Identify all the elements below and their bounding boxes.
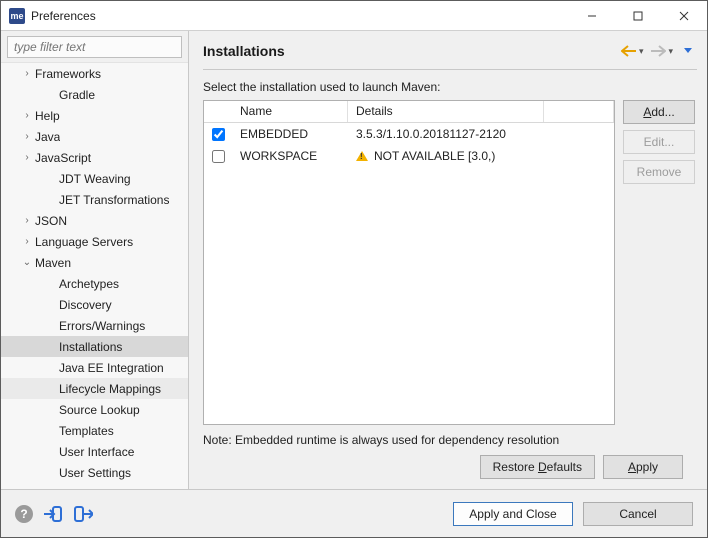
tree-item[interactable]: Archetypes — [1, 273, 188, 294]
apply-and-close-button[interactable]: Apply and Close — [453, 502, 573, 526]
add-button[interactable]: Add... — [623, 100, 695, 124]
preferences-tree[interactable]: ›FrameworksGradle›Help›Java›JavaScriptJD… — [1, 62, 188, 489]
table-header: Name Details — [204, 101, 614, 123]
tree-item-label: Help — [35, 109, 60, 123]
arrow-right-icon — [650, 45, 666, 57]
tree-item-label: User Interface — [59, 445, 134, 459]
table-row[interactable]: WORKSPACE NOT AVAILABLE [3.0,) — [204, 145, 614, 167]
tree-item[interactable]: Templates — [1, 420, 188, 441]
twisty-icon: › — [21, 236, 33, 247]
arrow-left-icon — [621, 45, 637, 57]
tree-item-label: Templates — [59, 424, 114, 438]
table-row[interactable]: EMBEDDED 3.5.3/1.10.0.20181127-2120 — [204, 123, 614, 145]
caret-down-icon[interactable]: ▾ — [668, 46, 673, 57]
close-button[interactable] — [661, 1, 707, 31]
tree-item-label: JET Transformations — [59, 193, 169, 207]
tree-item-label: User Settings — [59, 466, 131, 480]
dialog-footer: ? Apply and Close Cancel — [1, 489, 707, 537]
tree-item-label: Source Lookup — [59, 403, 140, 417]
minimize-icon — [587, 11, 597, 21]
tree-item[interactable]: ›Frameworks — [1, 63, 188, 84]
preferences-dialog: me Preferences ›FrameworksGradle›Help›Ja… — [0, 0, 708, 538]
tree-item-label: Frameworks — [35, 67, 101, 81]
tree-item-label: Archetypes — [59, 277, 119, 291]
tree-item[interactable]: ›JavaScript — [1, 147, 188, 168]
main-panel: Installations ▾ ▾ Select the installatio… — [189, 31, 707, 489]
cell-name: EMBEDDED — [232, 125, 348, 143]
installations-table[interactable]: Name Details EMBEDDED 3.5.3/1.10.0.20181… — [203, 100, 615, 425]
twisty-icon: › — [21, 152, 33, 163]
cell-name: WORKSPACE — [232, 147, 348, 165]
tree-item[interactable]: Errors/Warnings — [1, 315, 188, 336]
tree-item-label: Installations — [59, 340, 122, 354]
cancel-button[interactable]: Cancel — [583, 502, 693, 526]
warning-icon — [356, 151, 368, 161]
tree-item[interactable]: ›JSON — [1, 210, 188, 231]
tree-item-label: JDT Weaving — [59, 172, 131, 186]
tree-item[interactable]: ›Language Servers — [1, 231, 188, 252]
tree-item[interactable]: Source Lookup — [1, 399, 188, 420]
window-title: Preferences — [31, 9, 569, 23]
tree-item[interactable]: ›Java — [1, 126, 188, 147]
caret-down-icon[interactable]: ▾ — [639, 46, 644, 57]
cell-details: 3.5.3/1.10.0.20181127-2120 — [348, 125, 544, 143]
column-details[interactable]: Details — [348, 101, 544, 122]
export-icon[interactable] — [73, 505, 93, 523]
tree-item-label: Gradle — [59, 88, 95, 102]
row-checkbox[interactable] — [212, 150, 225, 163]
twisty-icon: › — [21, 110, 33, 121]
tree-item-label: Java EE Integration — [59, 361, 164, 375]
close-icon — [679, 11, 689, 21]
help-icon[interactable]: ? — [15, 505, 33, 523]
nav-back-button[interactable] — [620, 42, 638, 60]
twisty-icon: › — [21, 68, 33, 79]
app-icon: me — [9, 8, 25, 24]
tree-item[interactable]: ⌄Maven — [1, 252, 188, 273]
tree-item-label: JSON — [35, 214, 67, 228]
tree-item-label: JavaScript — [35, 151, 91, 165]
sidebar: ›FrameworksGradle›Help›Java›JavaScriptJD… — [1, 31, 189, 489]
column-name[interactable]: Name — [232, 101, 348, 122]
tree-item-label: Lifecycle Mappings — [59, 382, 161, 396]
tree-item[interactable]: Installations — [1, 336, 188, 357]
tree-item[interactable]: Java EE Integration — [1, 357, 188, 378]
tree-item-label: Errors/Warnings — [59, 319, 145, 333]
remove-button: Remove — [623, 160, 695, 184]
twisty-icon: ⌄ — [21, 257, 33, 268]
nav-menu-button[interactable] — [679, 42, 697, 60]
cell-details: NOT AVAILABLE [3.0,) — [348, 147, 544, 165]
filter-input[interactable] — [7, 36, 182, 58]
import-icon[interactable] — [43, 505, 63, 523]
tree-item[interactable]: JDT Weaving — [1, 168, 188, 189]
minimize-button[interactable] — [569, 1, 615, 31]
row-checkbox[interactable] — [212, 128, 225, 141]
twisty-icon: › — [21, 131, 33, 142]
tree-item[interactable]: Gradle — [1, 84, 188, 105]
page-title: Installations — [203, 43, 618, 59]
titlebar: me Preferences — [1, 1, 707, 31]
tree-item[interactable]: Lifecycle Mappings — [1, 378, 188, 399]
apply-button[interactable]: Apply — [603, 455, 683, 479]
tree-item[interactable]: User Interface — [1, 441, 188, 462]
tree-item-label: Maven — [35, 256, 71, 270]
edit-button: Edit... — [623, 130, 695, 154]
tree-item-label: Discovery — [59, 298, 112, 312]
tree-item[interactable]: Discovery — [1, 294, 188, 315]
restore-defaults-button[interactable]: Restore Defaults — [480, 455, 595, 479]
tree-item-label: Language Servers — [35, 235, 133, 249]
tree-item[interactable]: ›Help — [1, 105, 188, 126]
menu-caret-icon — [683, 46, 693, 56]
nav-forward-button[interactable] — [649, 42, 667, 60]
twisty-icon: › — [21, 215, 33, 226]
note-text: Note: Embedded runtime is always used fo… — [203, 433, 695, 447]
maximize-icon — [633, 11, 643, 21]
tree-item-label: Java — [35, 130, 60, 144]
tree-item[interactable]: JET Transformations — [1, 189, 188, 210]
instruction-text: Select the installation used to launch M… — [203, 80, 695, 94]
tree-item[interactable]: User Settings — [1, 462, 188, 483]
maximize-button[interactable] — [615, 1, 661, 31]
